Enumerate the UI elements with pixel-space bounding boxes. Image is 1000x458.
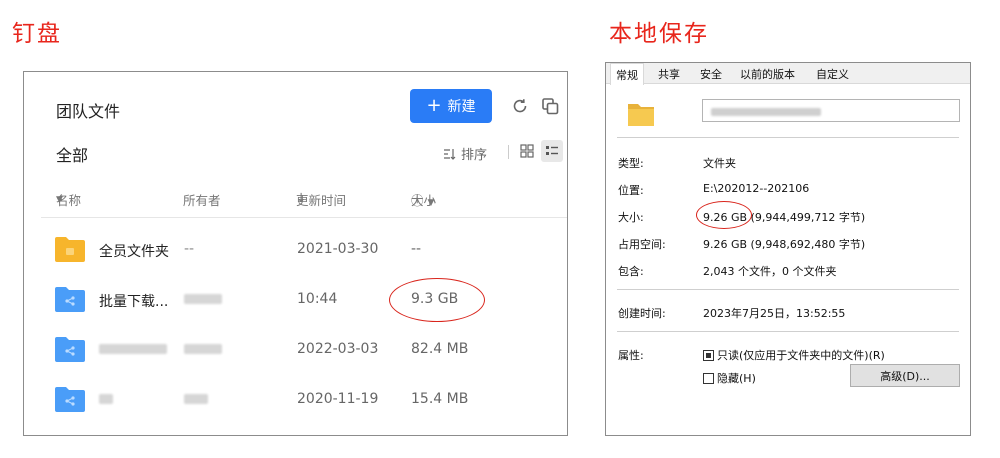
column-size-label: 大小 [411, 193, 437, 208]
table-row[interactable]: 批量下载... 10:44 9.3 GB [24, 277, 567, 325]
file-time: 2021-03-30 [297, 241, 379, 257]
contains-value: 2,043 个文件，0 个文件夹 [703, 265, 837, 278]
new-button-label: 新建 [447, 99, 476, 115]
advanced-button[interactable]: 高级(D)... [850, 364, 960, 387]
checkbox-empty-icon [703, 372, 714, 384]
page-title: 团队文件 [56, 102, 121, 121]
new-button[interactable]: + 新建 [410, 89, 492, 123]
refresh-icon[interactable] [510, 96, 530, 116]
readonly-checkbox[interactable]: 只读(仅应用于文件夹中的文件)(R) [703, 347, 885, 363]
sort-label: 排序 [461, 148, 488, 163]
tab-previous-versions[interactable]: 以前的版本 [740, 66, 795, 82]
divider [617, 289, 959, 290]
tab-customize[interactable]: 自定义 [816, 66, 849, 82]
file-size: -- [411, 241, 422, 257]
properties-dialog: 常规 共享 安全 以前的版本 自定义 类型: 文件夹 位置: E:\202012… [605, 62, 971, 436]
file-time: 10:44 [297, 291, 338, 307]
created-value: 2023年7月25日，13:52:55 [703, 307, 846, 320]
file-time: 2020-11-19 [297, 391, 379, 407]
sort-icon [444, 148, 456, 160]
file-name [99, 341, 167, 357]
folder-name-field[interactable] [702, 99, 960, 122]
location-label: 位置: [618, 184, 644, 197]
caption-dingpan: 钉盘 [12, 21, 62, 47]
tab-sharing[interactable]: 共享 [658, 66, 680, 82]
readonly-label: 只读(仅应用于文件夹中的文件)(R) [717, 349, 885, 362]
location-value: E:\202012--202106 [703, 182, 810, 195]
toolbar-divider [508, 145, 509, 159]
tab-general[interactable]: 常规 [610, 63, 644, 85]
size-value: 9.26 GB (9,944,499,712 字节) [703, 209, 865, 225]
column-size[interactable]: 大小 ⓘ ▼ [411, 190, 437, 209]
type-label: 类型: [618, 157, 644, 170]
divider [617, 137, 959, 138]
caption-local-save: 本地保存 [609, 21, 709, 47]
table-row[interactable]: 2020-11-19 15.4 MB [24, 377, 567, 425]
tab-security[interactable]: 安全 [700, 66, 722, 82]
file-size: 9.3 GB [411, 291, 459, 307]
created-label: 创建时间: [618, 307, 666, 320]
drive-panel: 团队文件 + 新建 全部 排序 名称 ▼ 所有者 更新时间 ↓ 大小 ⓘ ▼ 全… [23, 71, 568, 436]
size-label: 大小: [618, 211, 644, 224]
list-view-icon[interactable] [541, 140, 563, 162]
divider [617, 331, 959, 332]
plus-icon: + [426, 95, 442, 116]
table-row[interactable]: 2022-03-03 82.4 MB [24, 327, 567, 375]
file-owner [184, 291, 222, 307]
file-owner [184, 341, 222, 357]
header-divider [41, 217, 567, 218]
file-size: 82.4 MB [411, 341, 469, 357]
tab-strip: 常规 共享 安全 以前的版本 自定义 [606, 63, 970, 85]
file-size: 15.4 MB [411, 391, 469, 407]
column-time[interactable]: 更新时间 ↓ [296, 190, 346, 208]
shared-folder-icon [55, 337, 85, 362]
size-value-bytes: (9,944,499,712 字节) [750, 211, 866, 224]
table-row[interactable]: 全员文件夹 -- 2021-03-30 -- [24, 227, 567, 275]
column-owner[interactable]: 所有者 [183, 190, 221, 209]
disk-size-label: 占用空间: [618, 238, 666, 251]
shared-folder-icon [55, 387, 85, 412]
disk-size-value: 9.26 GB (9,948,692,480 字节) [703, 238, 866, 251]
table-header: 名称 ▼ 所有者 更新时间 ↓ 大小 ⓘ ▼ [56, 190, 567, 216]
attributes-label: 属性: [618, 349, 644, 362]
file-time: 2022-03-03 [297, 341, 379, 357]
share-export-icon[interactable] [540, 96, 560, 116]
type-value: 文件夹 [703, 157, 736, 170]
file-owner [184, 391, 208, 407]
sort-button[interactable]: 排序 [443, 144, 487, 163]
size-value-gb: 9.26 GB [703, 211, 748, 224]
hidden-checkbox[interactable]: 隐藏(H) [703, 370, 756, 386]
folder-icon [55, 237, 85, 262]
grid-view-icon[interactable] [516, 140, 538, 162]
column-name[interactable]: 名称 ▼ [56, 190, 81, 208]
file-name: 全员文件夹 [99, 244, 169, 260]
column-time-label: 更新时间 [296, 193, 347, 208]
file-name: 批量下载... [99, 294, 169, 310]
file-name [99, 391, 113, 407]
file-owner: -- [184, 241, 195, 257]
column-name-label: 名称 [56, 193, 82, 208]
contains-label: 包含: [618, 265, 644, 278]
checkbox-indeterminate-icon [703, 349, 714, 361]
breadcrumb[interactable]: 全部 [56, 142, 88, 166]
hidden-label: 隐藏(H) [717, 372, 756, 385]
folder-icon [628, 104, 654, 126]
shared-folder-icon [55, 287, 85, 312]
